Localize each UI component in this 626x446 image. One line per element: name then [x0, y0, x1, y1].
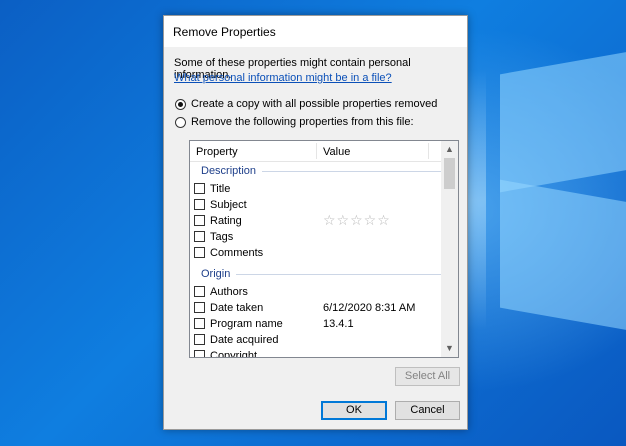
- checkbox[interactable]: [194, 199, 205, 210]
- property-label: Date taken: [210, 302, 264, 314]
- option-remove-following-label: Remove the following properties from thi…: [191, 116, 414, 128]
- personal-info-link[interactable]: What personal information might be in a …: [174, 72, 392, 84]
- group-header-description: Description: [201, 165, 441, 177]
- checkbox[interactable]: [194, 247, 205, 258]
- property-label: Copyright: [210, 350, 258, 358]
- remove-properties-dialog: Remove Properties Some of these properti…: [163, 15, 468, 430]
- list-item[interactable]: Date acquired: [194, 332, 442, 348]
- windows-logo-pane-top: [500, 49, 626, 193]
- list-item[interactable]: Comments: [194, 245, 442, 261]
- property-label: Rating: [210, 215, 242, 227]
- list-item[interactable]: Tags: [194, 229, 442, 245]
- properties-list[interactable]: Property Value Description Title Subject…: [189, 140, 459, 358]
- list-item[interactable]: Authors: [194, 284, 442, 300]
- cancel-button[interactable]: Cancel: [395, 401, 460, 420]
- property-label: Title: [210, 183, 231, 195]
- list-item[interactable]: Title: [194, 181, 442, 197]
- option-create-copy-label: Create a copy with all possible properti…: [191, 98, 438, 110]
- group-divider: [236, 273, 441, 275]
- checkbox[interactable]: [194, 183, 205, 194]
- list-item[interactable]: Subject: [194, 197, 442, 213]
- property-label: Subject: [210, 199, 247, 211]
- property-label: Date acquired: [210, 334, 279, 346]
- list-item[interactable]: Rating ☆☆☆☆☆: [194, 212, 442, 229]
- column-header-property[interactable]: Property: [196, 146, 238, 158]
- property-value: 6/12/2020 8:31 AM: [323, 302, 416, 314]
- rating-stars-icon: ☆☆☆☆☆: [323, 212, 391, 228]
- list-item[interactable]: Copyright: [194, 348, 442, 358]
- scroll-up-icon[interactable]: ▲: [441, 141, 458, 158]
- scroll-thumb[interactable]: [444, 158, 455, 189]
- scroll-down-icon[interactable]: ▼: [441, 340, 458, 357]
- option-remove-following[interactable]: Remove the following properties from thi…: [175, 116, 414, 128]
- group-label: Origin: [201, 268, 231, 280]
- select-all-button[interactable]: Select All: [395, 367, 460, 386]
- windows-logo-pane-bottom: [500, 179, 626, 333]
- radio-create-copy[interactable]: [175, 98, 186, 110]
- property-value: 13.4.1: [323, 318, 354, 330]
- dialog-title: Remove Properties: [173, 25, 276, 39]
- checkbox[interactable]: [194, 286, 205, 297]
- group-label: Description: [201, 165, 257, 177]
- checkbox[interactable]: [194, 334, 205, 345]
- property-label: Authors: [210, 286, 248, 298]
- checkbox[interactable]: [194, 231, 205, 242]
- ok-button[interactable]: OK: [321, 401, 387, 420]
- title-bar[interactable]: Remove Properties: [164, 16, 467, 47]
- list-item[interactable]: Date taken 6/12/2020 8:31 AM: [194, 300, 442, 316]
- list-header: Property Value: [190, 141, 442, 162]
- vertical-scrollbar[interactable]: ▲ ▼: [441, 141, 458, 357]
- group-divider: [262, 170, 441, 172]
- property-label: Program name: [210, 318, 283, 330]
- list-item[interactable]: Program name 13.4.1: [194, 316, 442, 332]
- light-beam: [466, 70, 486, 330]
- option-create-copy[interactable]: Create a copy with all possible properti…: [175, 98, 437, 110]
- checkbox[interactable]: [194, 215, 205, 226]
- checkbox[interactable]: [194, 302, 205, 313]
- checkbox[interactable]: [194, 318, 205, 329]
- property-label: Comments: [210, 247, 264, 259]
- radio-remove-following[interactable]: [175, 116, 186, 128]
- column-divider[interactable]: [428, 143, 429, 159]
- column-header-value[interactable]: Value: [323, 146, 350, 158]
- property-label: Tags: [210, 231, 234, 243]
- column-divider[interactable]: [316, 143, 317, 159]
- checkbox[interactable]: [194, 350, 205, 357]
- group-header-origin: Origin: [201, 268, 441, 280]
